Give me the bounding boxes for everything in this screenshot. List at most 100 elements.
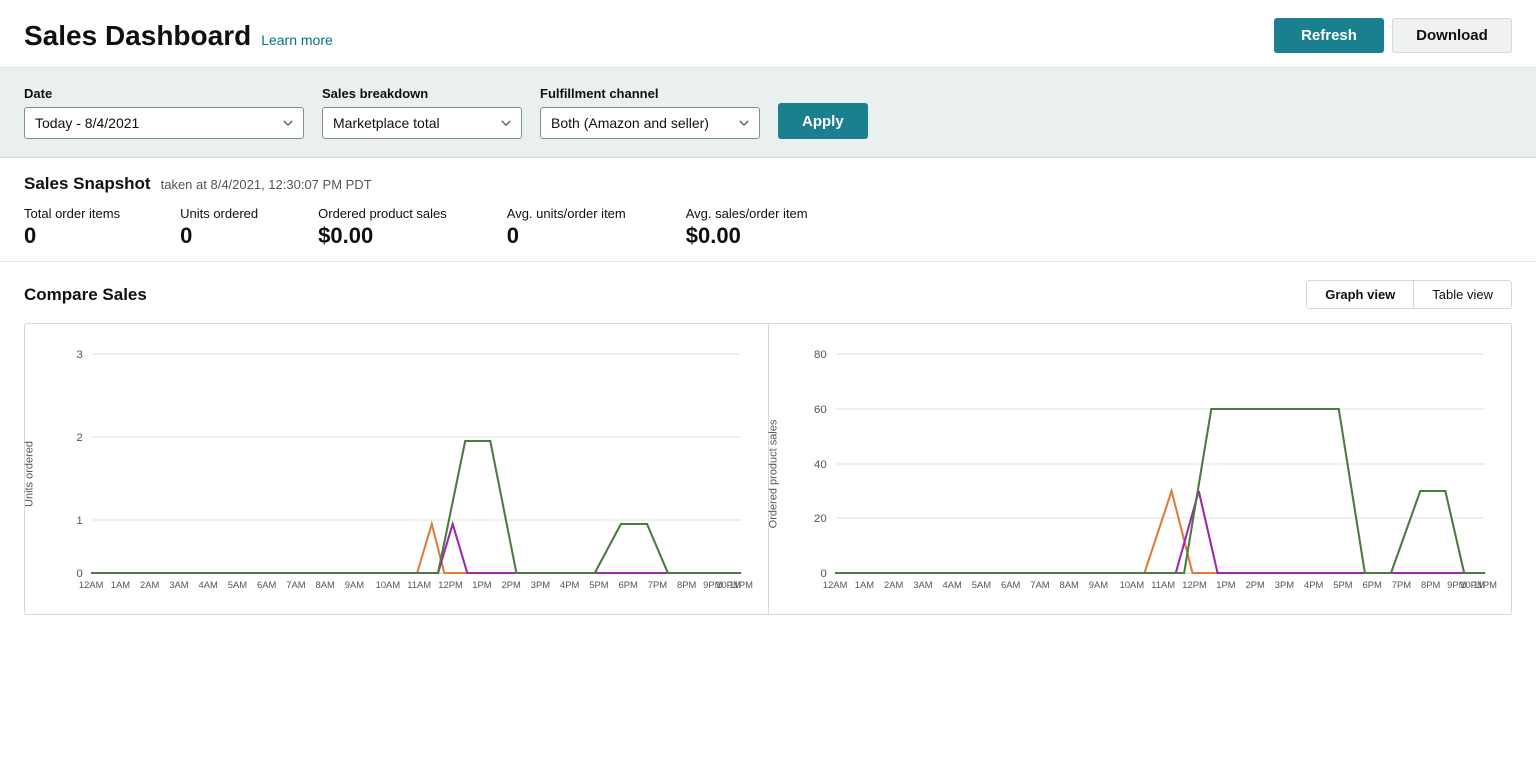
refresh-button[interactable]: Refresh [1274, 18, 1384, 53]
metric-units-ordered: Units ordered 0 [180, 206, 258, 249]
snapshot-title: Sales Snapshot [24, 174, 151, 194]
metric-label: Units ordered [180, 206, 258, 221]
learn-more-link[interactable]: Learn more [261, 32, 333, 48]
svg-text:8PM: 8PM [1421, 580, 1440, 590]
chart-area-2: Ordered product sales 80 60 40 20 0 [785, 344, 1496, 604]
svg-text:7PM: 7PM [1391, 580, 1410, 590]
metric-total-order-items: Total order items 0 [24, 206, 120, 249]
metric-avg-units: Avg. units/order item 0 [507, 206, 626, 249]
svg-text:5PM: 5PM [589, 580, 608, 590]
svg-text:7AM: 7AM [1030, 580, 1049, 590]
fulfillment-filter-group: Fulfillment channel Both (Amazon and sel… [540, 86, 760, 139]
header-buttons: Refresh Download [1274, 18, 1512, 53]
svg-text:20: 20 [814, 513, 827, 525]
page-header: Sales Dashboard Learn more Refresh Downl… [0, 0, 1536, 68]
metric-value: 0 [180, 223, 258, 249]
svg-text:5AM: 5AM [228, 580, 247, 590]
sales-breakdown-label: Sales breakdown [322, 86, 522, 101]
svg-text:1: 1 [76, 515, 82, 527]
view-toggle: Graph view Table view [1306, 280, 1512, 309]
download-button[interactable]: Download [1392, 18, 1512, 53]
svg-text:4AM: 4AM [942, 580, 961, 590]
svg-text:3: 3 [76, 349, 82, 361]
metric-label: Ordered product sales [318, 206, 447, 221]
metric-value: 0 [507, 223, 626, 249]
svg-text:2AM: 2AM [884, 580, 903, 590]
date-label: Date [24, 86, 304, 101]
svg-text:8AM: 8AM [316, 580, 335, 590]
svg-text:11AM: 11AM [407, 580, 431, 590]
metric-value: $0.00 [318, 223, 447, 249]
svg-text:12AM: 12AM [79, 580, 104, 590]
svg-text:9AM: 9AM [345, 580, 364, 590]
chart-ordered-product-sales: Ordered product sales 80 60 40 20 0 [769, 324, 1512, 614]
svg-text:10AM: 10AM [376, 580, 401, 590]
charts-container: Units ordered 3 2 1 0 [24, 323, 1512, 615]
svg-text:7AM: 7AM [286, 580, 305, 590]
snapshot-taken-at: taken at 8/4/2021, 12:30:07 PM PDT [161, 177, 372, 192]
svg-text:2AM: 2AM [140, 580, 159, 590]
svg-text:12PM: 12PM [1182, 580, 1207, 590]
apply-button[interactable]: Apply [778, 103, 868, 139]
date-filter-group: Date Today - 8/4/2021 [24, 86, 304, 139]
svg-text:1PM: 1PM [472, 580, 491, 590]
svg-text:6PM: 6PM [619, 580, 638, 590]
svg-text:Units ordered: Units ordered [23, 441, 35, 507]
table-view-button[interactable]: Table view [1414, 281, 1511, 308]
svg-text:Ordered product sales: Ordered product sales [767, 419, 779, 528]
svg-text:3PM: 3PM [531, 580, 550, 590]
compare-sales-section: Compare Sales Graph view Table view Unit… [0, 262, 1536, 615]
svg-text:1AM: 1AM [854, 580, 873, 590]
svg-text:4PM: 4PM [1304, 580, 1323, 590]
graph-view-button[interactable]: Graph view [1307, 281, 1414, 308]
chart-area-1: Units ordered 3 2 1 0 [41, 344, 752, 604]
svg-text:2PM: 2PM [1245, 580, 1264, 590]
metric-label: Avg. units/order item [507, 206, 626, 221]
svg-text:2: 2 [76, 432, 82, 444]
svg-text:12PM: 12PM [438, 580, 463, 590]
metric-value: 0 [24, 223, 120, 249]
compare-title: Compare Sales [24, 285, 147, 305]
fulfillment-select[interactable]: Both (Amazon and seller) [540, 107, 760, 139]
svg-text:0: 0 [76, 568, 82, 580]
compare-header: Compare Sales Graph view Table view [24, 280, 1512, 309]
svg-text:7PM: 7PM [648, 580, 667, 590]
metric-label: Avg. sales/order item [686, 206, 808, 221]
chart-svg-2: Ordered product sales 80 60 40 20 0 [785, 344, 1496, 604]
snapshot-section: Sales Snapshot taken at 8/4/2021, 12:30:… [0, 158, 1536, 262]
svg-text:8PM: 8PM [677, 580, 696, 590]
chart-units-ordered: Units ordered 3 2 1 0 [25, 324, 769, 614]
metric-avg-sales: Avg. sales/order item $0.00 [686, 206, 808, 249]
fulfillment-label: Fulfillment channel [540, 86, 760, 101]
svg-text:8AM: 8AM [1059, 580, 1078, 590]
svg-text:9AM: 9AM [1088, 580, 1107, 590]
svg-text:11PM: 11PM [729, 580, 753, 590]
svg-text:80: 80 [814, 349, 827, 361]
svg-text:6PM: 6PM [1362, 580, 1381, 590]
svg-text:5AM: 5AM [971, 580, 990, 590]
metric-value: $0.00 [686, 223, 808, 249]
date-select[interactable]: Today - 8/4/2021 [24, 107, 304, 139]
svg-text:3AM: 3AM [913, 580, 932, 590]
page-title: Sales Dashboard [24, 20, 251, 52]
svg-text:6AM: 6AM [1001, 580, 1020, 590]
svg-text:10AM: 10AM [1119, 580, 1144, 590]
snapshot-header: Sales Snapshot taken at 8/4/2021, 12:30:… [24, 174, 1512, 194]
snapshot-metrics: Total order items 0 Units ordered 0 Orde… [24, 206, 1512, 249]
metric-ordered-product-sales: Ordered product sales $0.00 [318, 206, 447, 249]
svg-text:1AM: 1AM [111, 580, 130, 590]
svg-text:60: 60 [814, 404, 827, 416]
sales-breakdown-filter-group: Sales breakdown Marketplace total [322, 86, 522, 139]
metric-label: Total order items [24, 206, 120, 221]
svg-text:4AM: 4AM [199, 580, 218, 590]
svg-text:1PM: 1PM [1216, 580, 1235, 590]
svg-text:40: 40 [814, 459, 827, 471]
svg-text:5PM: 5PM [1333, 580, 1352, 590]
header-title-area: Sales Dashboard Learn more [24, 20, 333, 52]
svg-text:0: 0 [820, 568, 826, 580]
sales-breakdown-select[interactable]: Marketplace total [322, 107, 522, 139]
svg-text:12AM: 12AM [822, 580, 847, 590]
svg-text:6AM: 6AM [257, 580, 276, 590]
svg-text:4PM: 4PM [560, 580, 579, 590]
svg-text:3PM: 3PM [1274, 580, 1293, 590]
